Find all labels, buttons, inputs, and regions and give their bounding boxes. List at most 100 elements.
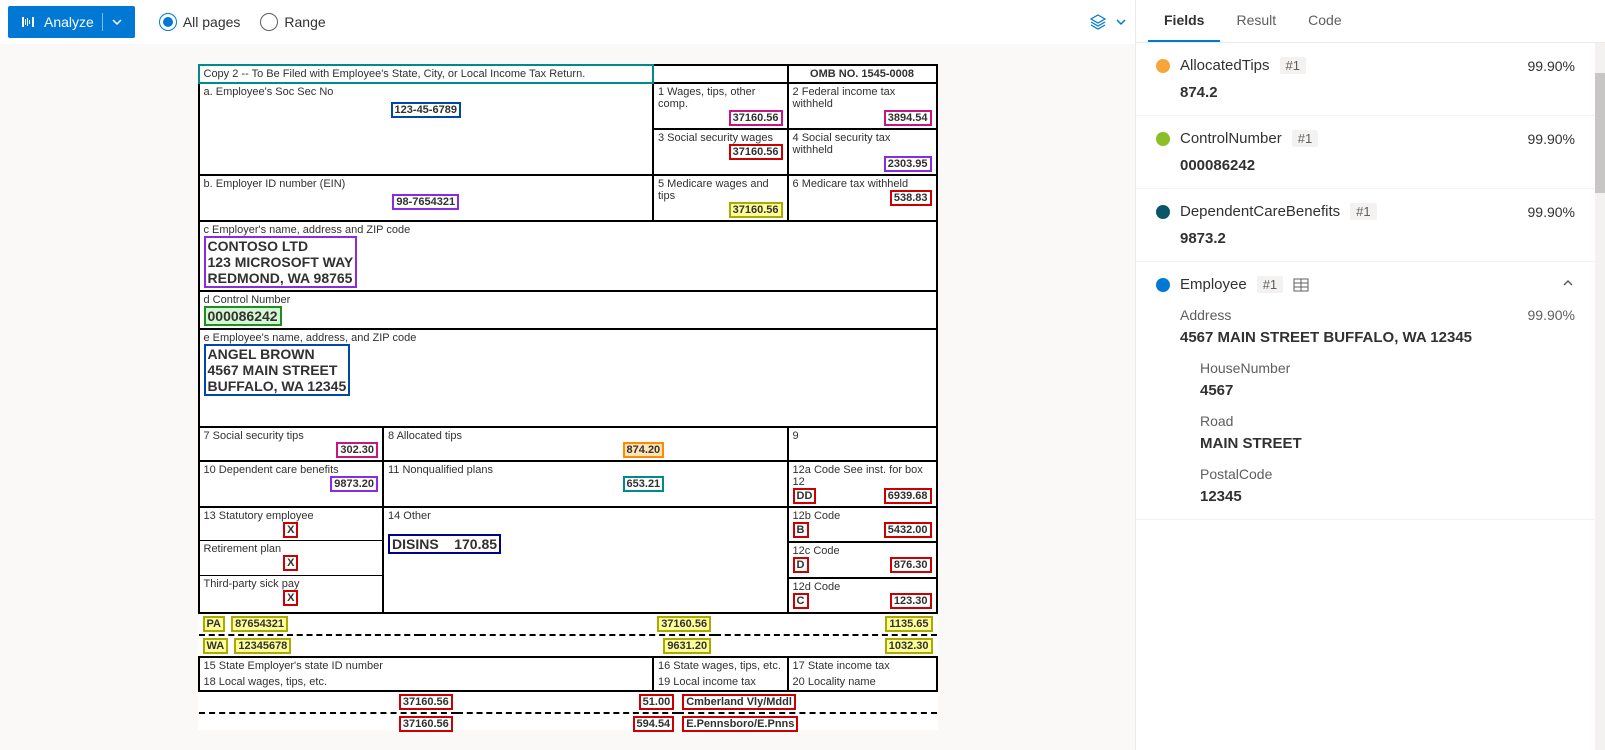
field-badge: #1 xyxy=(1280,57,1306,74)
toolbar: Analyze All pages Range xyxy=(0,0,1135,44)
label-box4: 4 Social security tax withheld xyxy=(793,132,891,156)
label-box1: 1 Wages, tips, other comp. xyxy=(658,86,755,110)
label-box9: 9 xyxy=(793,430,799,442)
sub-postal-label: PostalCode xyxy=(1200,466,1575,482)
label-box3: 3 Social security wages xyxy=(658,132,773,144)
label-box17: 17 State income tax xyxy=(793,660,890,672)
fields-list[interactable]: AllocatedTips #1 99.90% 874.2 ControlNum… xyxy=(1136,43,1595,750)
label-box19: 19 Local income tax xyxy=(658,676,756,688)
scrollbar[interactable] xyxy=(1595,43,1605,750)
box12a-code: DD xyxy=(793,488,817,504)
state1-wages: 37160.56 xyxy=(657,616,711,632)
field-name: Employee xyxy=(1180,276,1247,293)
state2-tax: 1032.30 xyxy=(885,638,933,654)
field-dot xyxy=(1156,205,1170,219)
box13-sick-x: X xyxy=(283,590,298,606)
state1-id: 87654321 xyxy=(231,616,288,632)
label-box7: 7 Social security tips xyxy=(204,430,304,442)
local1-wages: 37160.56 xyxy=(399,694,453,710)
state1: PA xyxy=(203,616,225,632)
local1-tax: 51.00 xyxy=(639,694,675,710)
radio-checked-icon xyxy=(159,13,177,31)
chevron-down-icon[interactable] xyxy=(1115,16,1127,28)
box12b-val: 5432.00 xyxy=(884,522,932,538)
main-panel: Analyze All pages Range xyxy=(0,0,1135,750)
radio-all-pages-label: All pages xyxy=(183,14,241,30)
sub-address-conf: 99.90% xyxy=(1528,307,1575,323)
analyze-button[interactable]: Analyze xyxy=(8,6,135,38)
scrollbar-thumb[interactable] xyxy=(1595,73,1605,193)
sub-road-value: MAIN STREET xyxy=(1200,435,1575,452)
value-box11: 653.21 xyxy=(623,476,665,492)
label-box15: 15 State Employer's state ID number xyxy=(204,660,383,672)
radio-unchecked-icon xyxy=(260,13,278,31)
label-employee: e Employee's name, address, and ZIP code xyxy=(204,332,417,344)
local1-name: Cmberland Vly/Mddl xyxy=(682,694,796,710)
value-box4: 2303.95 xyxy=(884,156,932,172)
field-value: 000086242 xyxy=(1180,157,1575,174)
radio-range[interactable]: Range xyxy=(260,13,325,31)
label-box11: 11 Nonqualified plans xyxy=(388,464,493,476)
tab-fields[interactable]: Fields xyxy=(1148,0,1220,42)
box12b-code: B xyxy=(793,522,809,538)
value-box5: 37160.56 xyxy=(729,202,783,218)
sub-postal-value: 12345 xyxy=(1200,488,1575,505)
field-dependent-care[interactable]: DependentCareBenefits #1 99.90% 9873.2 xyxy=(1136,189,1595,262)
value-ein: 98-7654321 xyxy=(392,194,459,210)
field-name: AllocatedTips xyxy=(1180,57,1270,74)
box12d-code: C xyxy=(793,593,809,609)
box12c-val: 876.30 xyxy=(890,557,932,573)
box12c-code: D xyxy=(793,557,809,573)
tab-result[interactable]: Result xyxy=(1220,0,1292,42)
local2-wages: 37160.56 xyxy=(399,716,453,732)
value-employee: ANGEL BROWN 4567 MAIN STREET BUFFALO, WA… xyxy=(204,344,351,396)
label-ssn: a. Employee's Soc Sec No xyxy=(204,86,334,98)
field-name: DependentCareBenefits xyxy=(1180,203,1340,220)
box12a-val: 6939.68 xyxy=(884,488,932,504)
state2: WA xyxy=(203,638,229,654)
value-box6: 538.83 xyxy=(890,190,932,206)
state1-tax: 1135.65 xyxy=(885,616,932,632)
label-box14: 14 Other xyxy=(388,510,431,522)
label-box20: 20 Locality name xyxy=(793,676,876,688)
box13-ret-x: X xyxy=(283,555,298,571)
radio-all-pages[interactable]: All pages xyxy=(159,13,241,31)
value-ssn: 123-45-6789 xyxy=(391,102,461,118)
radio-range-label: Range xyxy=(284,14,325,30)
tab-code[interactable]: Code xyxy=(1292,0,1357,42)
label-box5: 5 Medicare wages and tips xyxy=(658,178,769,202)
document-viewer[interactable]: Copy 2 -- To Be Filed with Employee's St… xyxy=(0,44,1135,750)
toolbar-right xyxy=(1089,13,1127,31)
label-control: d Control Number xyxy=(204,294,291,306)
field-value: 874.2 xyxy=(1180,84,1575,101)
value-box10: 9873.20 xyxy=(330,476,378,492)
field-badge: #1 xyxy=(1350,203,1376,220)
sub-house-value: 4567 xyxy=(1200,382,1575,399)
state2-id: 12345678 xyxy=(234,638,291,654)
label-box12b: 12b Code xyxy=(793,510,841,522)
field-control-number[interactable]: ControlNumber #1 99.90% 000086242 xyxy=(1136,116,1595,189)
field-employee[interactable]: Employee #1 Address99.90% 4567 MAIN STRE… xyxy=(1136,262,1595,520)
label-box18: 18 Local wages, tips, etc. xyxy=(204,676,328,688)
collapse-icon[interactable] xyxy=(1561,276,1575,293)
label-box12d: 12d Code xyxy=(793,581,841,593)
label-box16: 16 State wages, tips, etc. xyxy=(658,660,781,672)
label-box12c: 12c Code xyxy=(793,545,840,557)
side-panel: Fields Result Code AllocatedTips #1 99.9… xyxy=(1135,0,1605,750)
layers-icon[interactable] xyxy=(1089,13,1107,31)
table-icon xyxy=(1293,277,1309,293)
field-value: 9873.2 xyxy=(1180,230,1575,247)
field-allocated-tips[interactable]: AllocatedTips #1 99.90% 874.2 xyxy=(1136,43,1595,116)
sub-house-label: HouseNumber xyxy=(1200,360,1575,376)
field-dot xyxy=(1156,132,1170,146)
field-badge: #1 xyxy=(1257,276,1283,293)
label-box13: 13 Statutory employee xyxy=(204,510,314,522)
field-name: ControlNumber xyxy=(1180,130,1282,147)
value-box3: 37160.56 xyxy=(729,144,783,160)
analyze-label: Analyze xyxy=(44,14,94,30)
label-retirement: Retirement plan xyxy=(204,543,282,555)
label-employer: c Employer's name, address and ZIP code xyxy=(204,224,411,236)
value-box7: 302.30 xyxy=(336,442,378,458)
label-box10: 10 Dependent care benefits xyxy=(204,464,339,476)
field-dot xyxy=(1156,278,1170,292)
